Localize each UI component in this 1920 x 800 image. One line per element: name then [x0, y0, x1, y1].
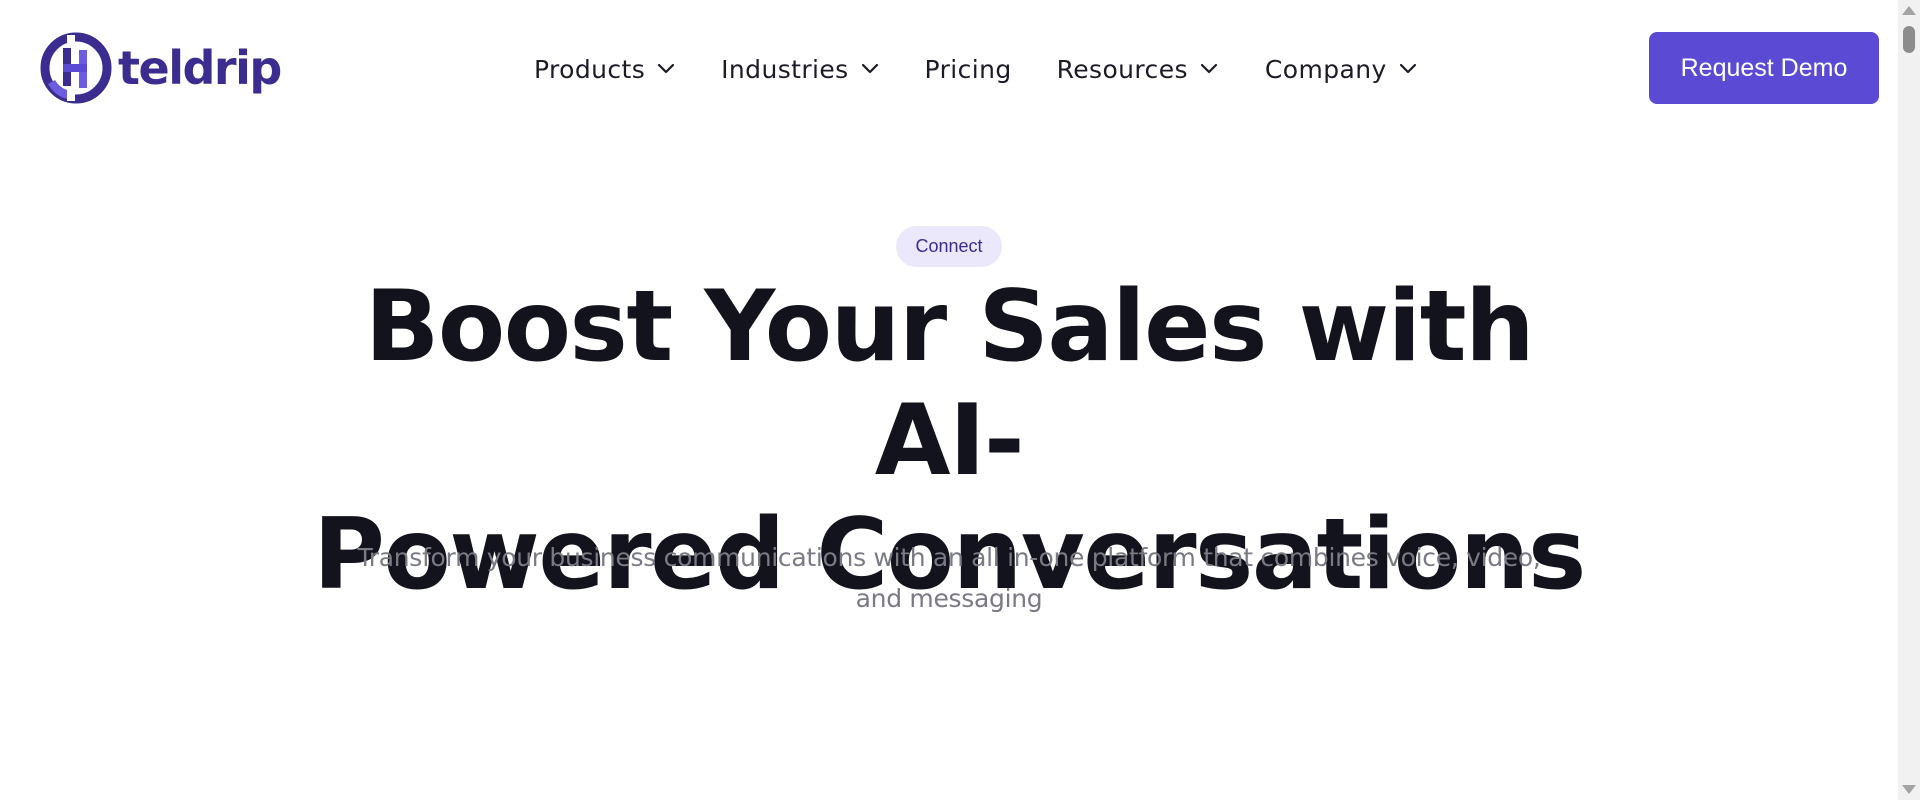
scrollbar-thumb[interactable]	[1903, 26, 1915, 53]
chevron-down-icon	[861, 63, 879, 75]
nav-label: Products	[534, 54, 646, 84]
subtitle-line-1: Transform your business communications w…	[357, 543, 1541, 572]
teldrip-logo-icon	[40, 32, 112, 104]
connect-badge: Connect	[896, 226, 1002, 267]
hero-subtitle: Transform your business communications w…	[320, 537, 1578, 619]
chevron-down-icon	[1200, 63, 1218, 75]
subtitle-line-2: and messaging	[855, 584, 1043, 613]
logo-link[interactable]: teldrip	[40, 32, 282, 104]
nav-label: Industries	[721, 54, 849, 84]
nav-label: Company	[1264, 54, 1387, 84]
vertical-scrollbar[interactable]	[1898, 0, 1920, 800]
chevron-down-icon	[1399, 63, 1417, 75]
nav-item-resources[interactable]: Resources	[1057, 55, 1218, 84]
chevron-down-icon	[657, 63, 675, 75]
request-demo-button[interactable]: Request Demo	[1649, 32, 1879, 104]
nav-item-industries[interactable]: Industries	[721, 55, 878, 84]
scroll-up-arrow-icon[interactable]	[1902, 6, 1916, 15]
nav-label: Resources	[1056, 54, 1188, 84]
page: teldrip Products Industries Pricing Reso…	[0, 0, 1920, 800]
headline-line-1: Boost Your Sales with AI-	[364, 270, 1535, 498]
site-header: teldrip Products Industries Pricing Reso…	[0, 0, 1898, 136]
nav-item-pricing[interactable]: Pricing	[925, 55, 1012, 84]
logo-text: teldrip	[118, 41, 282, 95]
nav-label: Pricing	[924, 54, 1012, 84]
main-nav: Products Industries Pricing Resources Co…	[534, 48, 1417, 90]
scroll-down-arrow-icon[interactable]	[1902, 785, 1916, 794]
nav-item-company[interactable]: Company	[1265, 55, 1417, 84]
nav-item-products[interactable]: Products	[534, 55, 675, 84]
